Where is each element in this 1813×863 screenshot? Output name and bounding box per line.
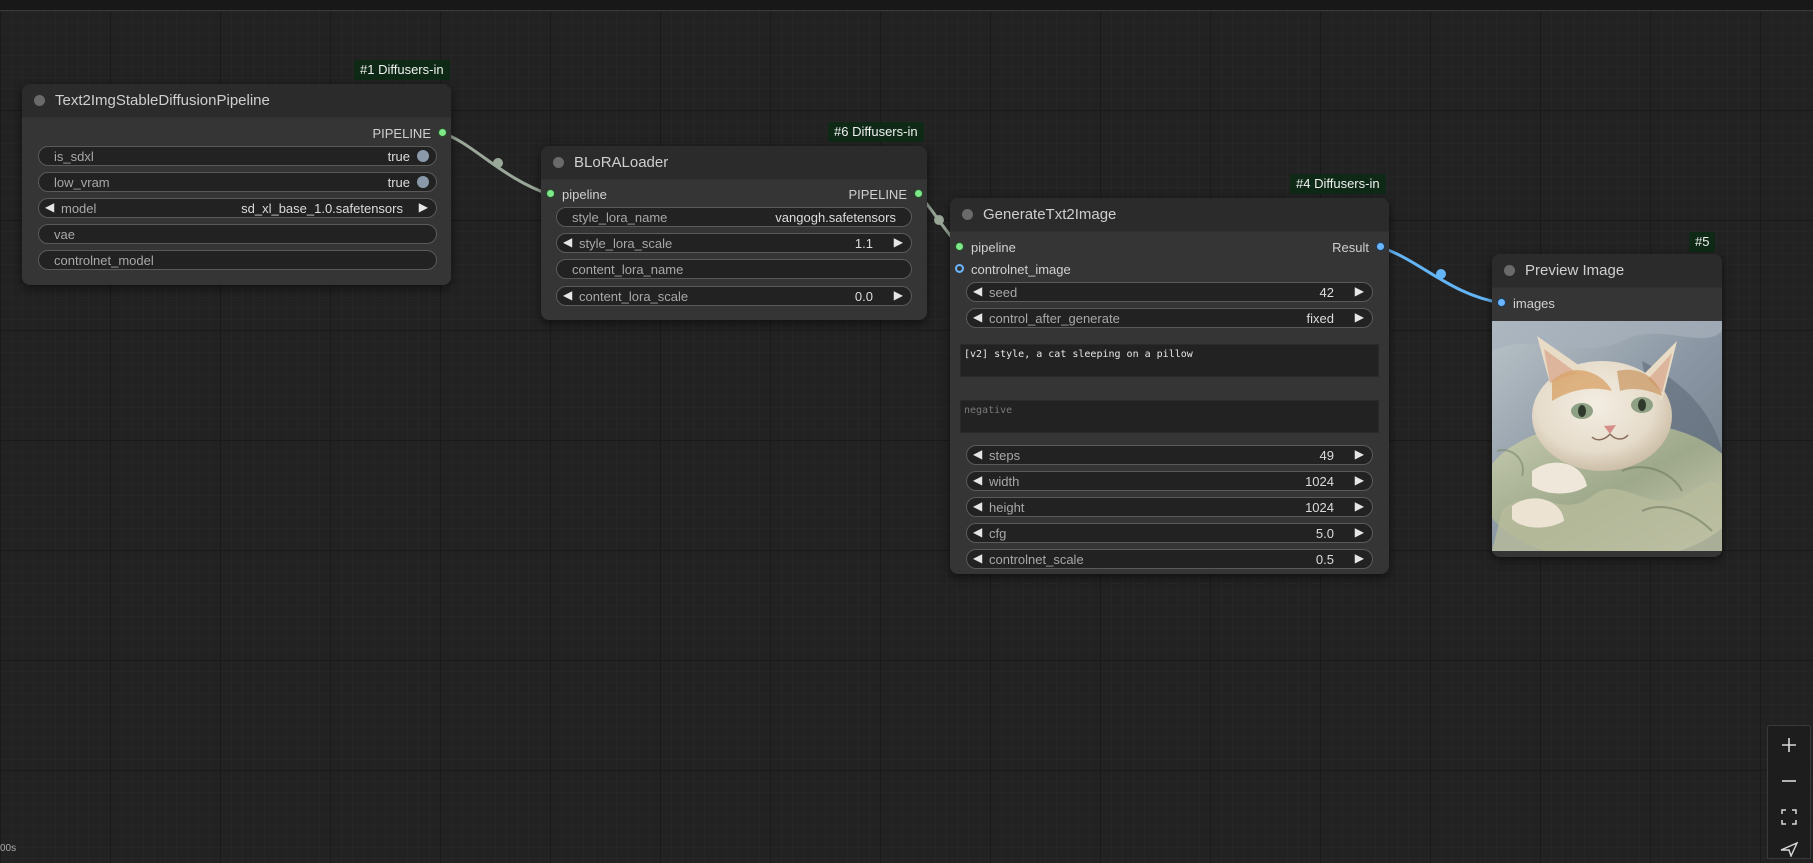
positive-prompt-textarea[interactable]: [v2] style, a cat sleeping on a pillow: [960, 344, 1379, 377]
output-label-result: Result: [1332, 240, 1369, 255]
node-title: GenerateTxt2Image: [983, 206, 1117, 223]
collapse-toggle[interactable]: [1504, 265, 1515, 276]
input-slot-controlnet-image[interactable]: [955, 264, 964, 273]
number-controlnet-scale[interactable]: ◀ controlnet_scale 0.5 ▶: [966, 549, 1373, 569]
send-icon: [1780, 841, 1799, 859]
arrow-left-icon[interactable]: ◀: [973, 499, 982, 513]
input-vae[interactable]: vae: [38, 224, 437, 244]
number-content-lora-scale[interactable]: ◀ content_lora_scale 0.0 ▶: [556, 286, 912, 306]
node-badge-4: #4 Diffusers-in: [1290, 174, 1386, 194]
node-badge-5: #5: [1689, 232, 1716, 252]
input-label-images: images: [1513, 296, 1555, 311]
output-slot-result[interactable]: [1377, 243, 1384, 250]
node-header[interactable]: BLoRALoader: [541, 146, 927, 180]
link-images-4-5: [1379, 245, 1503, 305]
arrow-left-icon[interactable]: ◀: [973, 310, 982, 324]
node-generate-txt2image[interactable]: GenerateTxt2Image pipeline controlnet_im…: [950, 198, 1389, 574]
combo-model[interactable]: ◀ model sd_xl_base_1.0.safetensors ▶: [38, 198, 437, 218]
collapse-toggle[interactable]: [34, 95, 45, 106]
node-title: Text2ImgStableDiffusionPipeline: [55, 92, 270, 109]
number-cfg[interactable]: ◀ cfg 5.0 ▶: [966, 523, 1373, 543]
arrow-right-icon[interactable]: ▶: [1355, 473, 1364, 487]
node-header[interactable]: Preview Image: [1492, 254, 1722, 288]
input-controlnet-model[interactable]: controlnet_model: [38, 250, 437, 270]
fps-readout: 00s: [0, 843, 17, 854]
arrow-left-icon[interactable]: ◀: [973, 284, 982, 298]
node-header[interactable]: Text2ImgStableDiffusionPipeline: [22, 84, 451, 118]
arrow-left-icon[interactable]: ◀: [563, 288, 572, 302]
fit-view-button[interactable]: [1768, 801, 1810, 831]
number-height[interactable]: ◀ height 1024 ▶: [966, 497, 1373, 517]
number-steps[interactable]: ◀ steps 49 ▶: [966, 445, 1373, 465]
node-text2img-pipeline[interactable]: Text2ImgStableDiffusionPipeline PIPELINE…: [22, 84, 451, 285]
link-midpoint-1-6[interactable]: [493, 158, 503, 168]
arrow-left-icon[interactable]: ◀: [45, 200, 54, 214]
input-label-pipeline: pipeline: [562, 187, 607, 202]
arrow-left-icon[interactable]: ◀: [973, 447, 982, 461]
fit-screen-icon: [1781, 809, 1797, 825]
zoom-out-button[interactable]: [1768, 765, 1810, 795]
minus-icon: [1782, 780, 1796, 782]
input-label-controlnet-image: controlnet_image: [971, 262, 1071, 277]
toggle-links-button[interactable]: [1768, 833, 1810, 863]
output-label-pipeline: PIPELINE: [372, 126, 431, 141]
combo-control-after-generate[interactable]: ◀ control_after_generate fixed ▶: [966, 308, 1373, 328]
node-title: Preview Image: [1525, 262, 1625, 279]
number-width[interactable]: ◀ width 1024 ▶: [966, 471, 1373, 491]
arrow-right-icon[interactable]: ▶: [1355, 525, 1364, 539]
node-badge-1: #1 Diffusers-in: [354, 60, 450, 80]
toggle-low-vram[interactable]: low_vram true: [38, 172, 437, 192]
input-label-pipeline: pipeline: [971, 240, 1016, 255]
zoom-in-button[interactable]: [1768, 729, 1810, 759]
node-preview-image[interactable]: Preview Image images: [1492, 254, 1722, 557]
output-slot-pipeline[interactable]: [915, 190, 922, 197]
link-midpoint-6-4[interactable]: [934, 215, 944, 225]
top-menu-bar: [0, 0, 1813, 11]
node-header[interactable]: GenerateTxt2Image: [950, 198, 1389, 232]
arrow-right-icon[interactable]: ▶: [894, 235, 903, 249]
collapse-toggle[interactable]: [962, 209, 973, 220]
node-blora-loader[interactable]: BLoRALoader pipeline PIPELINE style_lora…: [541, 146, 927, 320]
arrow-right-icon[interactable]: ▶: [1355, 551, 1364, 565]
arrow-left-icon[interactable]: ◀: [973, 473, 982, 487]
toggle-knob: [417, 150, 429, 162]
arrow-left-icon[interactable]: ◀: [973, 525, 982, 539]
link-midpoint-4-5[interactable]: [1436, 269, 1446, 279]
input-slot-pipeline[interactable]: [956, 243, 963, 250]
plus-icon: [1782, 738, 1796, 753]
output-slot-pipeline[interactable]: [439, 129, 446, 136]
arrow-left-icon[interactable]: ◀: [563, 235, 572, 249]
arrow-right-icon[interactable]: ▶: [1355, 447, 1364, 461]
input-slot-pipeline[interactable]: [547, 190, 554, 197]
preview-image[interactable]: [1492, 321, 1722, 551]
output-label-pipeline: PIPELINE: [848, 187, 907, 202]
arrow-right-icon[interactable]: ▶: [1355, 499, 1364, 513]
arrow-right-icon[interactable]: ▶: [894, 288, 903, 302]
input-content-lora-name[interactable]: content_lora_name: [556, 259, 912, 279]
zoom-controls-panel: [1767, 725, 1811, 859]
arrow-right-icon[interactable]: ▶: [1355, 310, 1364, 324]
toggle-is-sdxl[interactable]: is_sdxl true: [38, 146, 437, 166]
link-pipeline-1-6: [440, 131, 552, 197]
input-style-lora-name[interactable]: style_lora_name vangogh.safetensors: [556, 207, 912, 227]
arrow-right-icon[interactable]: ▶: [419, 200, 428, 214]
negative-prompt-textarea[interactable]: negative: [960, 400, 1379, 433]
number-seed[interactable]: ◀ seed 42 ▶: [966, 282, 1373, 302]
node-title: BLoRALoader: [574, 154, 669, 171]
collapse-toggle[interactable]: [553, 157, 564, 168]
arrow-right-icon[interactable]: ▶: [1355, 284, 1364, 298]
toggle-knob: [417, 176, 429, 188]
number-style-lora-scale[interactable]: ◀ style_lora_scale 1.1 ▶: [556, 233, 912, 253]
cat-painting-image: [1492, 321, 1722, 551]
node-badge-6: #6 Diffusers-in: [828, 122, 924, 142]
arrow-left-icon[interactable]: ◀: [973, 551, 982, 565]
input-slot-images[interactable]: [1498, 299, 1505, 306]
